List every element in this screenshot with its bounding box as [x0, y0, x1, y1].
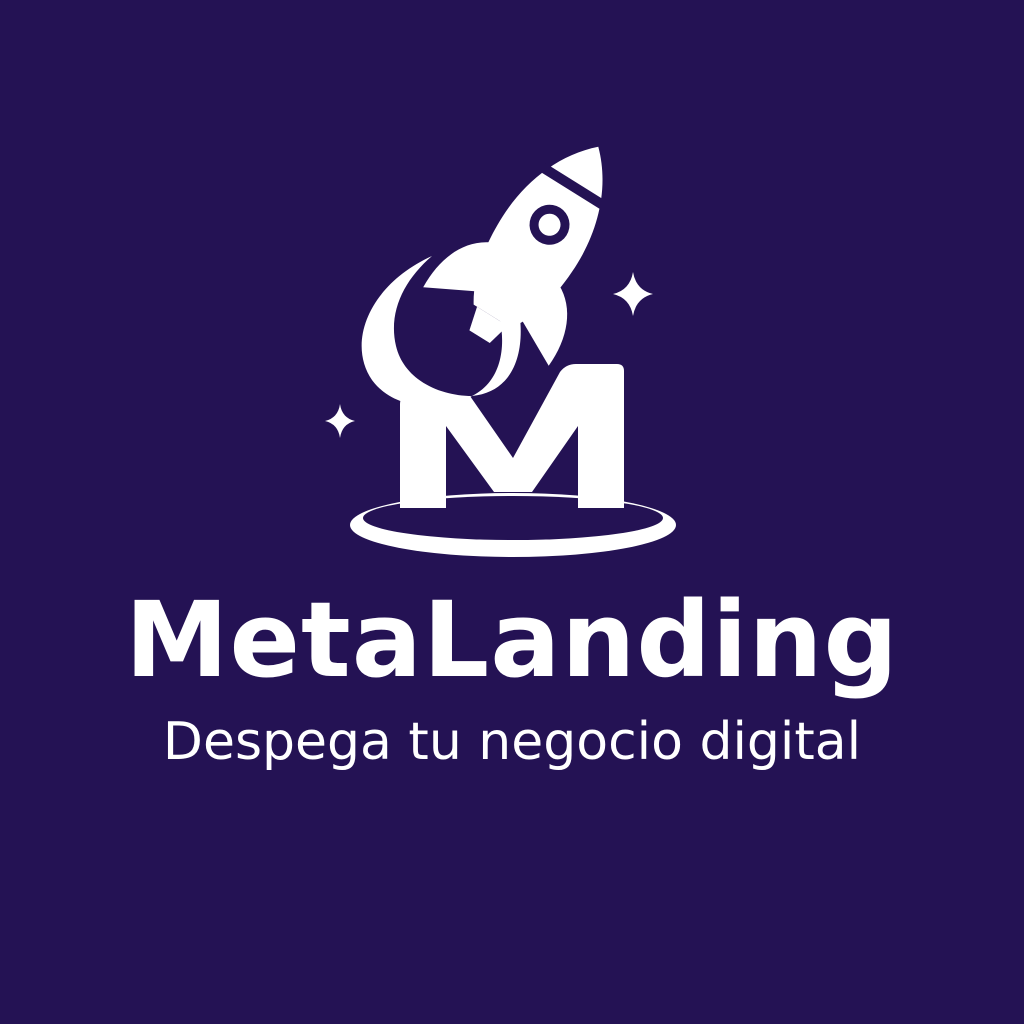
rocket-icon — [423, 146, 607, 366]
logo-canvas: MetaLanding Despega tu negocio digital — [0, 0, 1024, 1024]
sparkle-icon — [613, 272, 653, 316]
landing-pad-icon — [350, 493, 676, 557]
logo-mark — [325, 146, 676, 557]
tagline: Despega tu negocio digital — [162, 712, 862, 772]
brand-name: MetaLanding — [125, 579, 899, 701]
m-monogram-icon — [400, 364, 624, 508]
sparkle-icon — [325, 404, 355, 438]
